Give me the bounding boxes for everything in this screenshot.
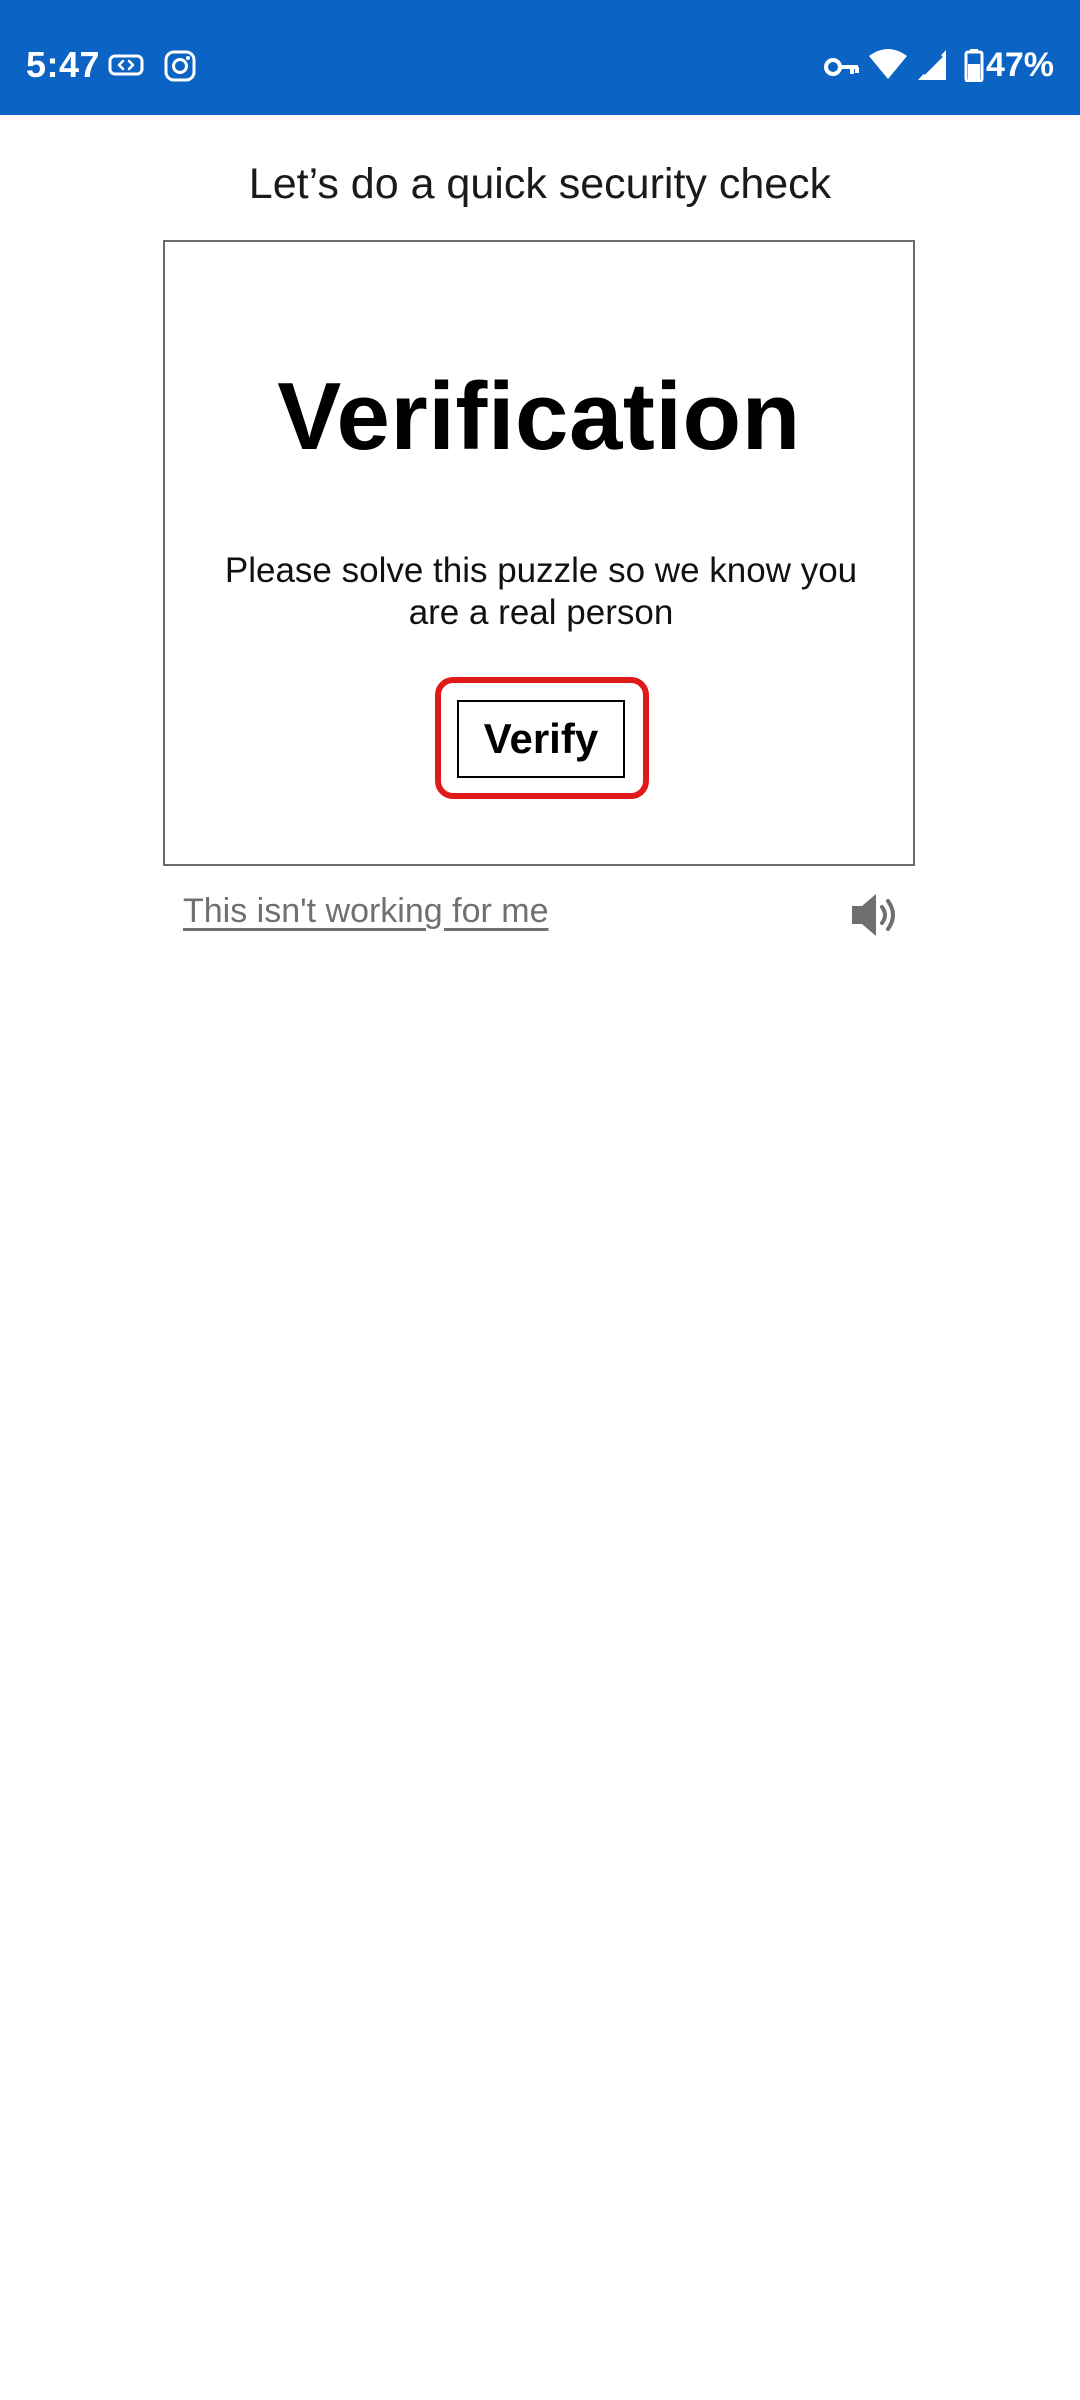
page-heading: Let’s do a quick security check xyxy=(248,160,832,208)
not-working-link[interactable]: This isn't working for me xyxy=(183,892,548,931)
status-time: 5:47 xyxy=(26,44,101,85)
wifi-icon xyxy=(869,49,907,79)
cell-signal-icon xyxy=(918,50,946,80)
status-bar: 5:47 47% xyxy=(0,0,1080,115)
verification-title: Verification xyxy=(277,363,801,470)
battery-percentage: 47% xyxy=(985,46,1054,84)
vpn-tunnel-icon xyxy=(108,54,144,76)
verification-card: Verification Please solve this puzzle so… xyxy=(163,240,915,866)
battery-icon xyxy=(964,49,984,82)
instagram-icon xyxy=(164,50,196,82)
key-icon xyxy=(824,58,859,76)
speaker-audio-icon[interactable] xyxy=(848,890,904,940)
verification-description: Please solve this puzzle so we know you … xyxy=(224,551,858,632)
verify-button[interactable]: Verify xyxy=(457,700,625,778)
